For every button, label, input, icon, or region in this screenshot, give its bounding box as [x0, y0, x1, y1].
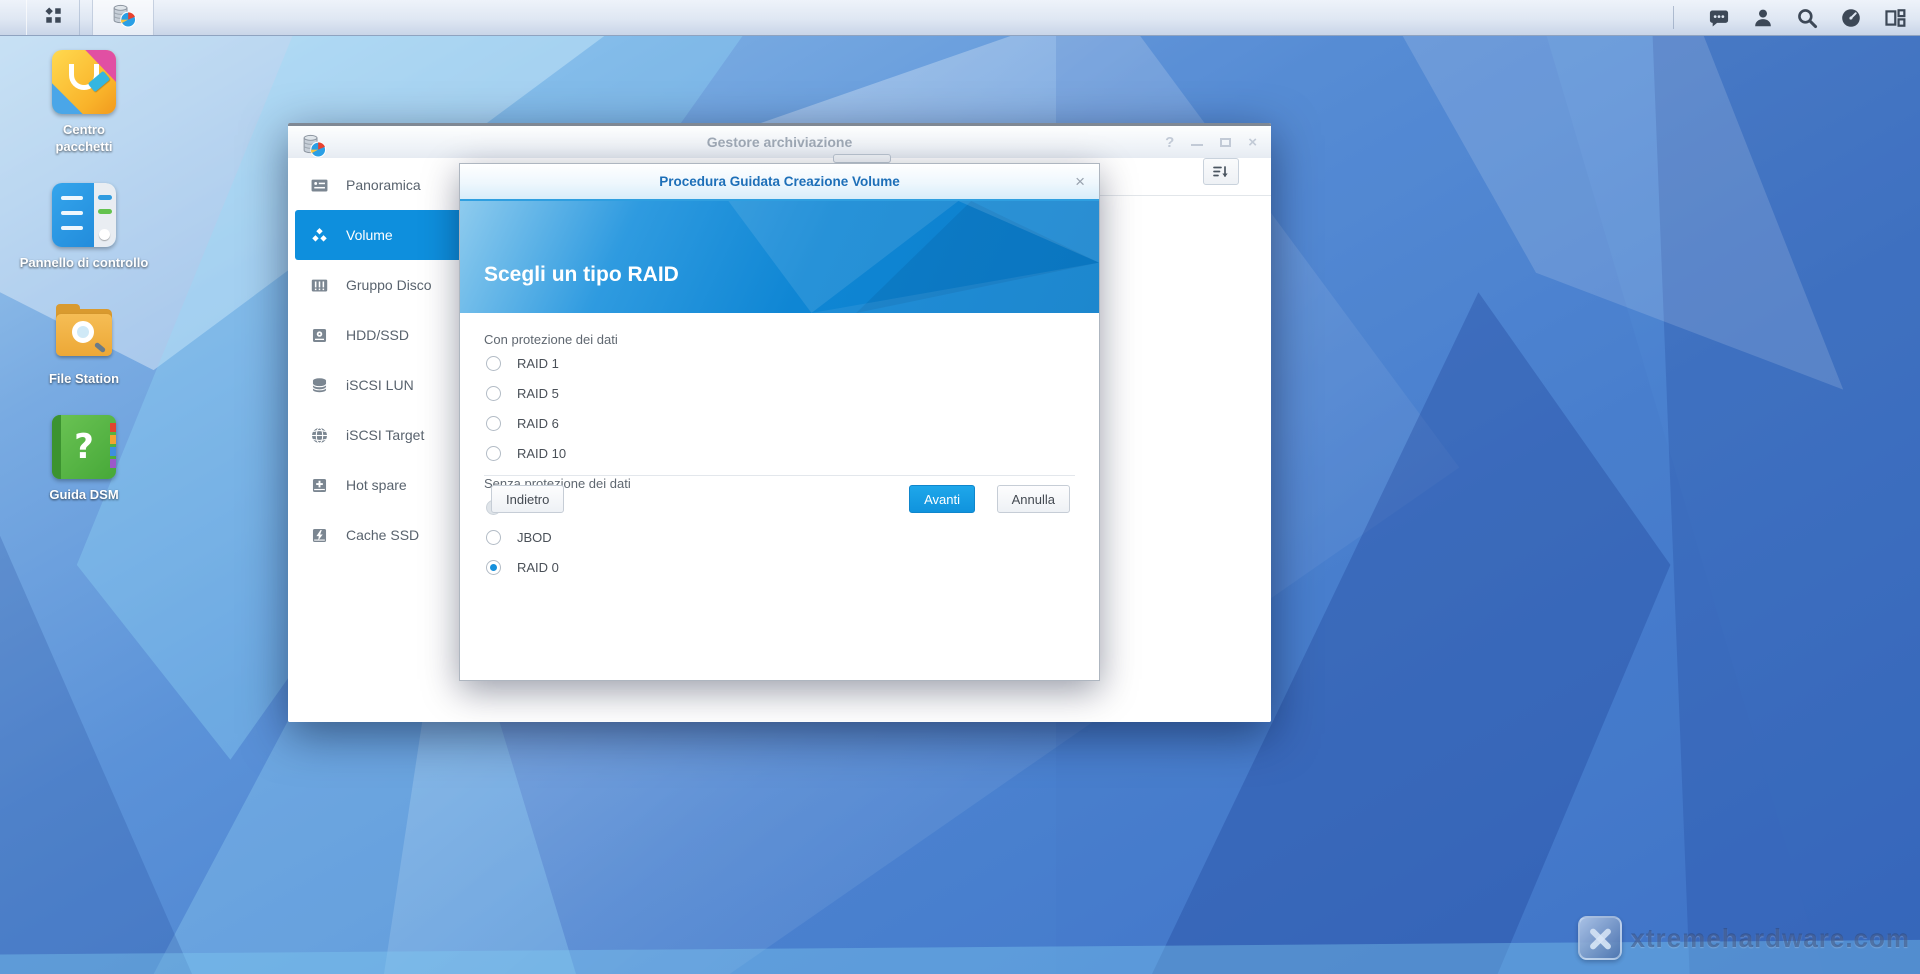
cache-ssd-icon [310, 526, 329, 545]
sidebar-item-label: iSCSI Target [346, 427, 424, 443]
widgets-icon[interactable] [1884, 7, 1906, 29]
desktop-icon-column: Centro pacchetti Pannello di controllo Fi… [9, 50, 159, 531]
iscsi-lun-icon [310, 376, 329, 395]
sidebar-item-label: Panoramica [346, 177, 421, 193]
iscsi-target-icon [310, 426, 329, 445]
volume-icon [310, 226, 329, 245]
chat-icon[interactable] [1708, 7, 1730, 29]
gauge-icon[interactable] [1840, 7, 1862, 29]
window-titlebar[interactable]: Gestore archiviazione ? × [288, 126, 1271, 158]
radio-button[interactable] [486, 446, 501, 461]
radio-option-label: JBOD [517, 530, 552, 545]
dialog-body: Con protezione dei dati RAID 1 RAID 5 RAID … [460, 313, 1099, 582]
volume-creation-wizard-dialog: Procedura Guidata Creazione Volume × Sce… [459, 163, 1100, 681]
taskbar [0, 0, 1920, 36]
radio-option-raid-5[interactable]: RAID 5 [484, 378, 1075, 408]
radio-option-label: RAID 5 [517, 386, 559, 401]
dialog-footer-divider [484, 475, 1075, 476]
close-icon[interactable]: × [1248, 135, 1257, 150]
search-icon[interactable] [1796, 7, 1818, 29]
radio-group-label: Senza protezione dei dati [484, 476, 1075, 492]
disk-group-icon [310, 276, 329, 295]
window-controls: ? × [1165, 126, 1257, 158]
radio-option-raid-6[interactable]: RAID 6 [484, 408, 1075, 438]
desktop-icon-file-station[interactable]: File Station [9, 299, 159, 387]
maximize-icon[interactable] [1220, 138, 1231, 147]
radio-button[interactable] [486, 386, 501, 401]
package-center-icon [52, 50, 116, 114]
sidebar-item-label: Volume [346, 227, 393, 243]
desktop-icon-dsm-help[interactable]: ? Guida DSM [9, 415, 159, 503]
file-station-icon [52, 299, 116, 363]
dialog-banner: Scegli un tipo RAID [460, 201, 1099, 313]
radio-group-label: Con protezione dei dati [484, 332, 1075, 348]
storage-manager-taskbar-button[interactable] [92, 0, 154, 35]
main-menu-icon [43, 5, 64, 31]
window-title: Gestore archiviazione [288, 126, 1271, 158]
minimize-icon[interactable] [1191, 144, 1203, 146]
desktop-icon-label: Guida DSM [49, 486, 118, 503]
watermark-text: xtremehardware.com [1630, 923, 1910, 954]
storage-manager-icon [110, 2, 137, 34]
close-icon[interactable]: × [1075, 164, 1085, 199]
sidebar-item-label: iSCSI LUN [346, 377, 414, 393]
overview-icon [310, 176, 329, 195]
radio-option-raid-10[interactable]: RAID 10 [484, 438, 1075, 468]
sidebar-item-label: Gruppo Disco [346, 277, 432, 293]
radio-option-base: Base [484, 492, 1075, 522]
radio-option-label: RAID 1 [517, 356, 559, 371]
watermark: xtremehardware.com [1578, 916, 1910, 960]
dsm-help-icon: ? [52, 415, 116, 479]
desktop-icon-label: Centro pacchetti [55, 121, 112, 155]
sort-button[interactable] [1203, 158, 1239, 185]
desktop: { "taskbar": { "left_buttons": [ { "id":… [0, 0, 1920, 974]
user-icon[interactable] [1752, 7, 1774, 29]
xtremehardware-logo-icon [1578, 916, 1622, 960]
hdd-icon [310, 326, 329, 345]
radio-option-raid-1[interactable]: RAID 1 [484, 348, 1075, 378]
desktop-icon-label: File Station [49, 370, 119, 387]
taskbar-right-icons [1708, 0, 1906, 35]
sidebar-item-label: Hot spare [346, 477, 407, 493]
hot-spare-icon [310, 476, 329, 495]
cancel-button[interactable]: Annulla [997, 485, 1070, 513]
back-button[interactable]: Indietro [491, 485, 564, 513]
radio-option-label: RAID 0 [517, 560, 559, 575]
desktop-icon-control-panel[interactable]: Pannello di controllo [9, 183, 159, 271]
taskbar-separator [1673, 6, 1674, 29]
dialog-title: Procedura Guidata Creazione Volume [460, 164, 1099, 199]
hidden-toolbar-button [833, 154, 891, 163]
radio-option-label: RAID 6 [517, 416, 559, 431]
sidebar-item-label: HDD/SSD [346, 327, 409, 343]
radio-button[interactable] [486, 416, 501, 431]
dialog-header[interactable]: Procedura Guidata Creazione Volume × [460, 164, 1099, 201]
control-panel-icon [52, 183, 116, 247]
sidebar-item-label: Cache SSD [346, 527, 419, 543]
radio-option-raid-0[interactable]: RAID 0 [484, 552, 1075, 582]
main-menu-button[interactable] [26, 0, 80, 35]
radio-option-label: RAID 10 [517, 446, 566, 461]
next-button[interactable]: Avanti [909, 485, 975, 513]
radio-option-jbod[interactable]: JBOD [484, 522, 1075, 552]
desktop-icon-package-center[interactable]: Centro pacchetti [9, 50, 159, 155]
help-icon[interactable]: ? [1165, 135, 1174, 150]
radio-button[interactable] [486, 560, 501, 575]
radio-button[interactable] [486, 530, 501, 545]
radio-button[interactable] [486, 356, 501, 371]
dialog-heading: Scegli un tipo RAID [484, 263, 679, 287]
desktop-icon-label: Pannello di controllo [20, 254, 149, 271]
